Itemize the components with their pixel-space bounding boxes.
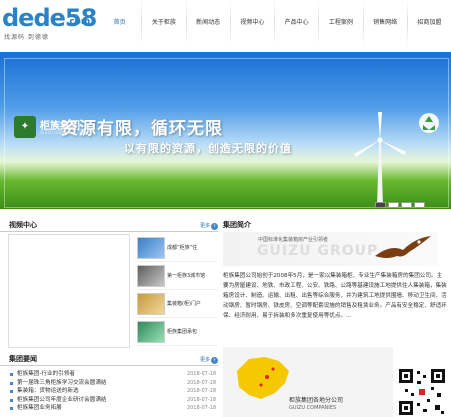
intro-text: 柜族集团公司始创于2008年5月，是一家以集装箱柜、专业生产集装箱房的集团公司。…: [223, 273, 447, 319]
slider-dot-2[interactable]: [388, 202, 399, 208]
bullet-icon: [10, 373, 13, 376]
qr-code-icon: [397, 367, 447, 417]
main-nav: 首页 关于柜族 新闻动态 视频中心 产品中心 工程案例 销售网络 招商加盟: [98, 0, 451, 46]
logo-domain: .com: [66, 17, 91, 27]
intro-banner-slogan: 中国标准化集装箱房产业引领者: [258, 237, 329, 243]
news-item-date: 2018-07-18: [186, 371, 216, 377]
nav-item-cases[interactable]: 工程案例: [319, 0, 362, 46]
news-title: 集团要闻: [9, 355, 37, 363]
video-section: 视频中心 更多 › 成都“柜族”住 第一柜族3城市馆 集装箱(柜)门户 柜族集团承…: [0, 215, 218, 348]
news-item-title: 集装箱：货物运送的新选: [17, 388, 79, 395]
news-more-link[interactable]: 更多 ›: [200, 356, 218, 364]
intro-section: 集团简介 中国标准化集装箱房产业引领者 GUIZU GROUP 柜族集团公司始创…: [223, 215, 451, 417]
banner-headline: 资源有限，循环无限: [61, 119, 223, 139]
wind-turbine-icon: [354, 112, 406, 207]
logo-tagline: 找源码 到德德: [4, 34, 49, 41]
bullet-icon: [10, 407, 13, 411]
news-list: 柜族集团-行业的引领者 2018-07-18 第一届珠三角柜族学习交流会圆满结 20…: [0, 366, 218, 413]
news-item-title: 第一届珠三角柜族学习交流会圆满结: [17, 379, 107, 386]
hero-banner[interactable]: ✦ 柜族集团 GUIZU GROUP ✿ ✿ 资源有限，循环无限 以有限的资源，…: [0, 52, 451, 209]
video-thumbnail: [137, 321, 165, 343]
nav-item-about[interactable]: 关于柜族: [142, 0, 185, 46]
slider-dot-3[interactable]: [401, 202, 412, 208]
news-header: 集团要闻 更多 ›: [0, 349, 218, 366]
company-box[interactable]: 柜族集团各地分公司 GUIZU COMPANIES: [223, 347, 393, 417]
video-title: 视频中心: [9, 221, 37, 229]
video-more-link[interactable]: 更多 ›: [200, 222, 218, 230]
slider-dots: [375, 202, 425, 208]
eagle-icon: [375, 236, 431, 258]
intro-banner: 中国标准化集装箱房产业引领者 GUIZU GROUP: [223, 232, 438, 266]
news-item-title: 柜族集团-行业的引领者: [17, 371, 75, 377]
news-item-date: 2018-07-18: [186, 396, 216, 403]
banner-subline: 以有限的资源，创造无限的价值: [124, 142, 292, 155]
nav-item-franchise[interactable]: 招商加盟: [408, 0, 451, 46]
video-list-item[interactable]: 第一柜族3城市馆: [137, 262, 217, 290]
intro-title: 集团简介: [223, 221, 251, 229]
site-header: dede58 .com 找源码 到德德 首页 关于柜族 新闻动态 视频中心 产品…: [0, 0, 451, 52]
news-item[interactable]: 柜族集团-行业的引领者 2018-07-18: [0, 370, 218, 379]
intro-header: 集团简介: [223, 215, 451, 231]
video-thumbnail: [137, 265, 165, 287]
video-label: 集装箱(柜)门户: [167, 301, 201, 307]
video-thumbnail: [137, 293, 165, 315]
nav-item-sales[interactable]: 销售网络: [364, 0, 407, 46]
bullet-icon: [10, 398, 13, 402]
video-list: 成都“柜族”住 第一柜族3城市馆 集装箱(柜)门户 柜族集团承包: [137, 234, 217, 346]
news-item[interactable]: 第一届珠三角柜族学习交流会圆满结 2018-07-18: [0, 379, 218, 388]
video-label: 成都“柜族”住: [167, 245, 198, 251]
news-item-date: 2018-07-18: [186, 405, 216, 412]
slider-dot-1[interactable]: [375, 202, 386, 208]
video-thumbnail: [137, 237, 165, 259]
video-header: 视频中心 更多 ›: [0, 215, 218, 232]
video-list-item[interactable]: 柜族集团承包: [137, 318, 217, 346]
video-list-item[interactable]: 集装箱(柜)门户: [137, 290, 217, 318]
more-arrow-icon: ›: [211, 357, 218, 364]
news-item[interactable]: 集装箱：货物运送的新选 2018-07-18: [0, 387, 218, 396]
news-item-date: 2018-07-18: [186, 379, 216, 386]
news-item-date: 2018-07-18: [186, 388, 216, 395]
bullet-icon: [10, 381, 13, 385]
intro-banner-brand: GUIZU GROUP: [257, 243, 379, 259]
video-label: 柜族集团承包: [167, 329, 198, 335]
recycle-icon: [419, 113, 439, 133]
news-section: 集团要闻 更多 › 柜族集团-行业的引领者 2018-07-18 第一届珠三角柜族学…: [0, 349, 218, 413]
news-item-title: 柜族集团业务拓展: [17, 405, 62, 412]
brand-mark-icon: ✦: [14, 116, 36, 138]
video-label: 第一柜族3城市馆: [167, 273, 206, 279]
video-list-item[interactable]: 成都“柜族”住: [137, 234, 217, 262]
video-player[interactable]: [8, 234, 130, 348]
more-arrow-icon: ›: [211, 223, 218, 230]
nav-item-home[interactable]: 首页: [98, 0, 141, 46]
news-item-title: 柜族集团公司年度企业研讨会圆满结: [17, 396, 107, 403]
news-item[interactable]: 柜族集团业务拓展 2018-07-18: [0, 404, 218, 413]
nav-item-products[interactable]: 产品中心: [275, 0, 318, 46]
slider-dot-4[interactable]: [414, 202, 425, 208]
news-item[interactable]: 柜族集团公司年度企业研讨会圆满结 2018-07-18: [0, 396, 218, 405]
company-name: 柜族集团各地分公司: [289, 397, 344, 404]
nav-item-news[interactable]: 新闻动态: [187, 0, 230, 46]
bullet-icon: [10, 390, 13, 394]
nav-item-video[interactable]: 视频中心: [231, 0, 274, 46]
company-en: GUIZU COMPANIES: [289, 405, 337, 411]
site-logo[interactable]: dede58 .com 找源码 到德德: [2, 4, 102, 44]
china-map-icon: [237, 357, 289, 399]
